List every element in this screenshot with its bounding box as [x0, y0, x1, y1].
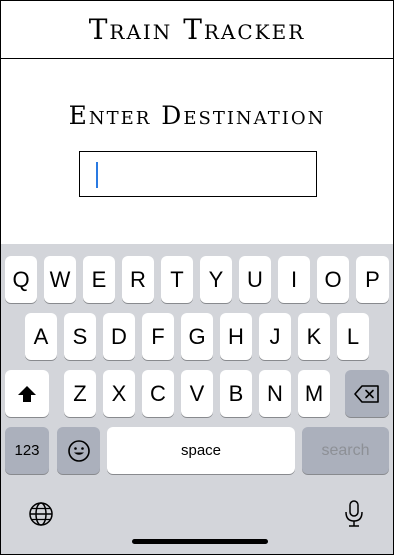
- key-x[interactable]: X: [103, 370, 135, 417]
- text-cursor: [96, 162, 98, 188]
- key-l[interactable]: L: [337, 313, 369, 360]
- key-y[interactable]: Y: [200, 256, 232, 303]
- keyboard-row-3: Z X C V B N M: [1, 370, 393, 417]
- app-header: Train Tracker: [1, 1, 393, 59]
- key-b[interactable]: B: [220, 370, 252, 417]
- key-o[interactable]: O: [317, 256, 349, 303]
- key-e[interactable]: E: [83, 256, 115, 303]
- key-m[interactable]: M: [298, 370, 330, 417]
- shift-key[interactable]: [5, 370, 49, 417]
- key-u[interactable]: U: [239, 256, 271, 303]
- shift-arrow-icon: [18, 385, 36, 402]
- key-i[interactable]: I: [278, 256, 310, 303]
- app-screen: Train Tracker Enter Destination Q W E R …: [0, 0, 394, 555]
- keyboard-row-1: Q W E R T Y U I O P: [1, 256, 393, 303]
- space-bar[interactable]: space: [107, 427, 295, 474]
- search-key[interactable]: search: [302, 427, 389, 474]
- backspace-icon: [354, 384, 379, 403]
- key-j[interactable]: J: [259, 313, 291, 360]
- key-r[interactable]: R: [122, 256, 154, 303]
- key-v[interactable]: V: [181, 370, 213, 417]
- key-s[interactable]: S: [64, 313, 96, 360]
- backspace-key[interactable]: [345, 370, 389, 417]
- destination-prompt: Enter Destination: [1, 101, 393, 130]
- key-t[interactable]: T: [161, 256, 193, 303]
- microphone-icon: [345, 500, 363, 527]
- destination-label: Enter Destination: [68, 101, 326, 130]
- numbers-key[interactable]: 123: [5, 427, 49, 474]
- key-w[interactable]: W: [44, 256, 76, 303]
- onscreen-keyboard: Q W E R T Y U I O P A S D F G H J K L Z …: [1, 244, 393, 554]
- key-g[interactable]: G: [181, 313, 213, 360]
- key-d[interactable]: D: [103, 313, 135, 360]
- key-k[interactable]: K: [298, 313, 330, 360]
- key-f[interactable]: F: [142, 313, 174, 360]
- globe-button[interactable]: [21, 494, 61, 534]
- keyboard-row-2: A S D F G H J K L: [1, 313, 393, 360]
- key-h[interactable]: H: [220, 313, 252, 360]
- key-p[interactable]: P: [356, 256, 389, 303]
- dictation-button[interactable]: [334, 494, 374, 534]
- key-c[interactable]: C: [142, 370, 174, 417]
- keyboard-row-4: 123 space search: [1, 427, 393, 474]
- destination-input[interactable]: [79, 151, 317, 197]
- emoji-icon: [67, 439, 90, 462]
- key-a[interactable]: A: [25, 313, 57, 360]
- key-z[interactable]: Z: [64, 370, 96, 417]
- home-indicator[interactable]: [132, 539, 268, 544]
- globe-icon: [29, 502, 53, 526]
- key-q[interactable]: Q: [5, 256, 37, 303]
- emoji-key[interactable]: [57, 427, 100, 474]
- key-n[interactable]: N: [259, 370, 291, 417]
- app-title: Train Tracker: [88, 13, 306, 46]
